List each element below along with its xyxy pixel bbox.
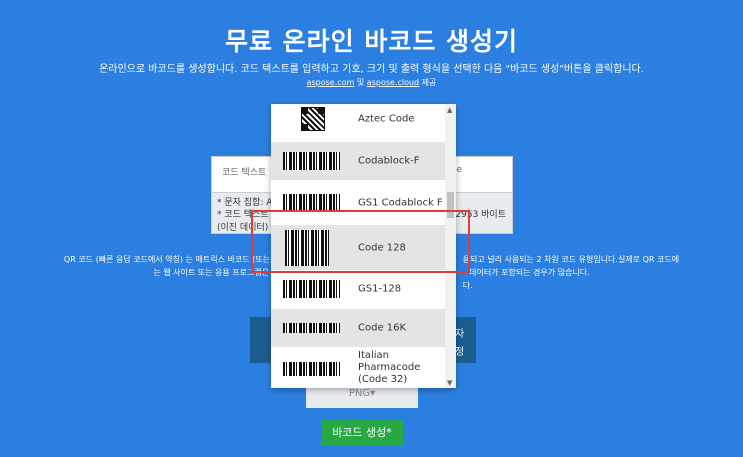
- option-label-1: 자: [455, 329, 465, 340]
- dropdown-item-label: Aztec Code: [358, 113, 415, 125]
- generate-barcode-button[interactable]: 바코드 생성*: [321, 420, 403, 446]
- aspose-com-link[interactable]: aspose.com: [307, 78, 355, 87]
- option-label-2: 정: [455, 347, 465, 358]
- code-text-placeholder-right: e: [456, 165, 462, 175]
- dropdown-item-code16k[interactable]: Code 16K: [271, 309, 445, 347]
- page-title: 무료 온라인 바코드 생성기: [224, 27, 519, 56]
- codablock-barcode-icon: [283, 152, 340, 170]
- selection-highlight-box: [251, 210, 470, 273]
- dropdown-item-label: GS1-128: [358, 283, 402, 295]
- italian-pharmacode-barcode-icon: [283, 362, 340, 376]
- dropdown-item-aztec[interactable]: Aztec Code: [271, 104, 445, 134]
- dropdown-item-label: Italian Pharmacode (Code 32): [358, 350, 420, 386]
- credit-mid: 및: [354, 78, 367, 87]
- desc-1-right: 용되고 널리 사용되는 2 차원 코드 유형입니다.실제로 QR 코드에: [462, 255, 680, 264]
- dropdown-item-gs1-128[interactable]: GS1-128: [271, 270, 445, 308]
- dropdown-item-codablock[interactable]: Codablock-F: [271, 142, 445, 180]
- format-value: PNG: [348, 388, 371, 399]
- gs1-128-barcode-icon: [283, 280, 340, 298]
- dropdown-item-label: Code 16K: [358, 322, 407, 334]
- chevron-down-icon: ▾: [370, 388, 376, 399]
- credit-line: aspose.com 및 aspose.cloud 제공: [0, 77, 743, 88]
- desc-3-right: 다.: [462, 281, 473, 290]
- label-line-3: (Code 32): [358, 374, 408, 385]
- dropdown-item-label: GS1 Codablock F: [358, 197, 443, 209]
- desc-1-left: QR 코드 (빠른 응답 코드에서 약칭) 는 매트릭스 바코드 (또는 2: [63, 255, 278, 264]
- code16k-barcode-icon: [283, 323, 340, 333]
- page-subtitle: 온라인으로 바코드를 생성합니다. 코드 텍스트를 입력하고 기호, 크기 및 …: [99, 64, 644, 75]
- label-line-1: Italian: [358, 350, 390, 361]
- aztec-barcode-icon: [301, 107, 325, 131]
- dropdown-item-label: Codablock-F: [358, 155, 420, 167]
- dropdown-item-italian-pharmacode[interactable]: Italian Pharmacode (Code 32): [271, 349, 445, 388]
- code-text-placeholder: 코드 텍스트: [222, 168, 267, 178]
- scroll-down-icon[interactable]: ▼: [447, 379, 452, 387]
- credit-end: 제공: [419, 78, 437, 87]
- aspose-cloud-link[interactable]: aspose.cloud: [367, 78, 419, 87]
- label-line-2: Pharmacode: [358, 362, 421, 373]
- desc-2-right: 데이터가 포함되는 경우가 많습니다.: [469, 268, 590, 277]
- scroll-up-icon[interactable]: ▲: [447, 106, 452, 114]
